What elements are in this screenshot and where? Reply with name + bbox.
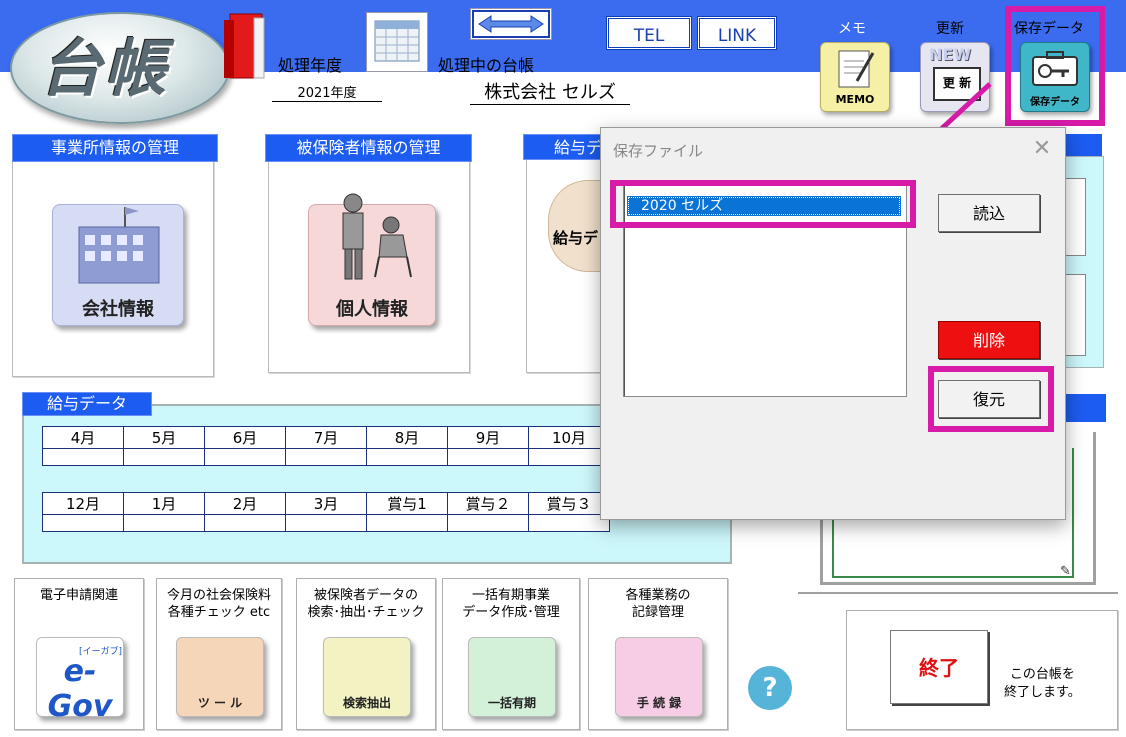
close-icon[interactable]: ✕	[1027, 136, 1057, 162]
people-icon	[342, 193, 412, 280]
month-header: 12月	[42, 492, 124, 515]
eraser-icon: ✎	[1060, 564, 1071, 579]
month-cell[interactable]	[366, 514, 448, 532]
month-cell[interactable]	[285, 514, 367, 532]
right-tab-bottom	[1064, 394, 1106, 422]
month-header: 賞与２	[447, 492, 529, 515]
month-cell[interactable]	[123, 514, 205, 532]
month-header: 2月	[204, 492, 286, 515]
salary-table-bottom: 12月 1月 2月 3月 賞与1 賞与２ 賞与３	[42, 492, 610, 532]
help-icon[interactable]: ?	[748, 666, 792, 710]
tile-label: 一括有期事業 データ作成･管理	[462, 588, 560, 620]
month-header: 5月	[123, 426, 205, 449]
month-header: 賞与３	[528, 492, 610, 515]
load-button[interactable]: 読込	[938, 194, 1040, 232]
tile-label: 被保険者データの 検索･抽出･チェック	[307, 588, 425, 620]
tile-icon-text: e-Gov	[47, 654, 113, 724]
list-item-highlight	[610, 180, 916, 228]
office-tab: 事業所情報の管理	[12, 134, 218, 162]
month-header: 4月	[42, 426, 124, 449]
function-tile: 今月の社会保険料 各種チェック etc ツ ー ル	[156, 578, 282, 730]
personal-info-button[interactable]: 個人情報	[308, 193, 436, 326]
month-cell[interactable]	[447, 448, 529, 466]
delete-button[interactable]: 削除	[938, 321, 1040, 359]
month-cell[interactable]	[204, 514, 286, 532]
function-tile: 電子申請関連 [イーガブ] e-Gov	[14, 578, 144, 730]
tile-button[interactable]: ツ ー ル	[176, 637, 264, 717]
tile-button[interactable]: 一括有期	[468, 637, 556, 717]
month-header: 7月	[285, 426, 367, 449]
month-cell[interactable]	[447, 514, 529, 532]
month-header: 賞与1	[366, 492, 448, 515]
divider-line	[798, 592, 1118, 594]
month-header: 1月	[123, 492, 205, 515]
tile-icon-text: ツ ー ル	[197, 696, 243, 710]
month-cell[interactable]	[123, 448, 205, 466]
function-tile: 被保険者データの 検索･抽出･チェック検索抽出	[296, 578, 436, 730]
month-cell[interactable]	[204, 448, 286, 466]
tile-icon-text: 一括有期	[487, 696, 536, 710]
month-cell[interactable]	[285, 448, 367, 466]
dialog-title: 保存ファイル	[613, 142, 704, 160]
right-panel-button-2[interactable]	[1064, 274, 1086, 356]
month-header: 8月	[366, 426, 448, 449]
building-icon	[78, 207, 160, 284]
month-cell[interactable]	[42, 514, 124, 532]
tile-icon-text: 手 続 録	[636, 696, 682, 710]
month-cell[interactable]	[42, 448, 124, 466]
month-cell[interactable]	[528, 514, 610, 532]
payroll-button-label: 給与デ	[553, 229, 599, 247]
company-info-button[interactable]: 会社情報	[52, 204, 184, 326]
month-cell[interactable]	[528, 448, 610, 466]
month-cell[interactable]	[366, 448, 448, 466]
function-tile: 各種業務の 記録管理手 続 録	[588, 578, 728, 730]
month-header: 6月	[204, 426, 286, 449]
personal-info-label: 個人情報	[336, 299, 408, 320]
salary-tab: 給与データ	[22, 392, 152, 416]
egov-icon[interactable]: [イーガブ] e-Gov	[36, 637, 124, 724]
month-header: 9月	[447, 426, 529, 449]
function-tile: 一括有期事業 データ作成･管理一括有期	[442, 578, 580, 730]
company-info-label: 会社情報	[82, 299, 154, 320]
right-panel-button-1[interactable]	[1064, 178, 1086, 256]
tile-button[interactable]: 検索抽出	[323, 637, 411, 717]
salary-table-top: 4月 5月 6月 7月 8月 9月 10月	[42, 426, 610, 466]
right-tab-top	[1064, 134, 1102, 156]
end-button[interactable]: 終了	[890, 630, 988, 704]
tile-icon-text: 検索抽出	[342, 696, 391, 710]
month-header: 10月	[528, 426, 610, 449]
month-header: 3月	[285, 492, 367, 515]
tile-label: 今月の社会保険料 各種チェック etc	[166, 588, 271, 620]
restore-highlight	[928, 366, 1054, 432]
payroll-tab: 給与デ	[523, 134, 603, 160]
insured-tab: 被保険者情報の管理	[265, 134, 472, 162]
tile-label: 電子申請関連	[39, 588, 118, 603]
tile-label: 各種業務の 記録管理	[625, 588, 691, 620]
tile-button[interactable]: 手 続 録	[615, 637, 703, 717]
end-note: この台帳を 終了します。	[1004, 667, 1081, 700]
